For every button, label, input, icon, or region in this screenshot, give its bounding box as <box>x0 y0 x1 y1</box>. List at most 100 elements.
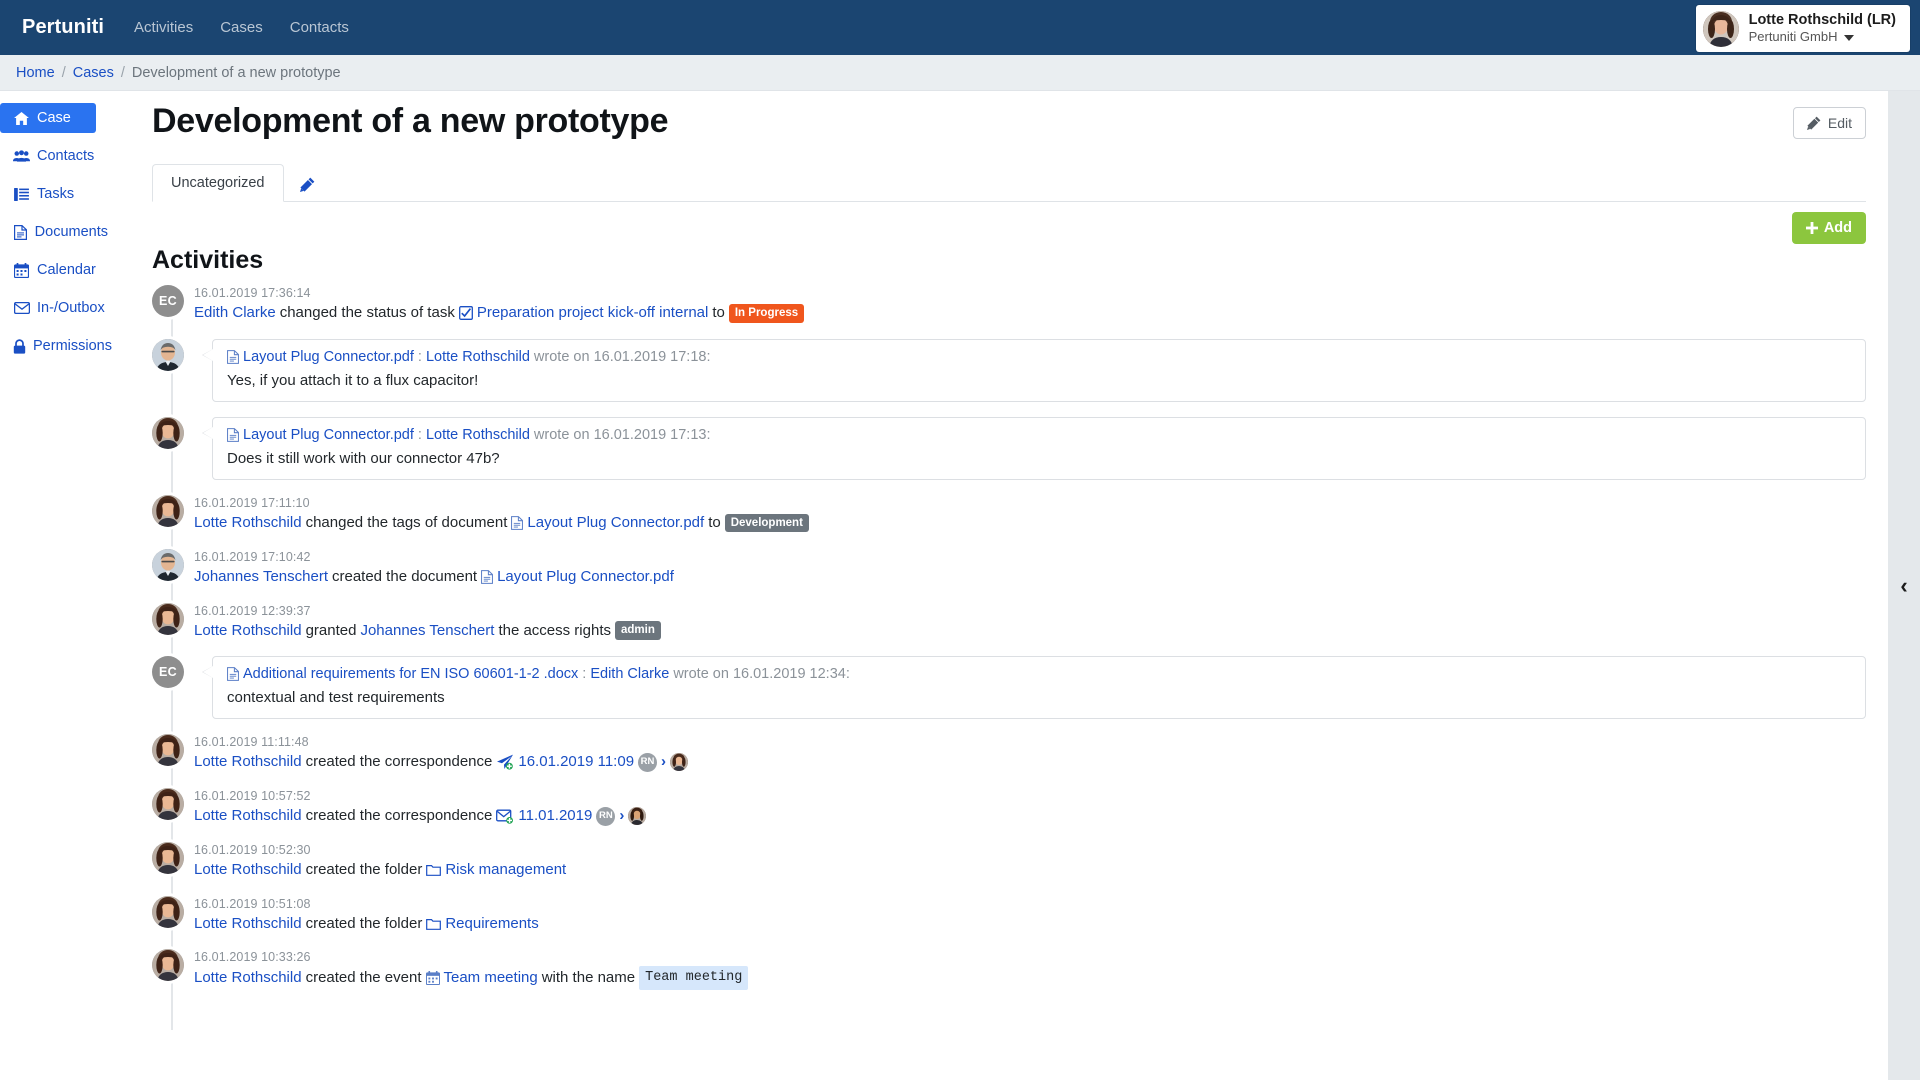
tag-badge: Development <box>724 513 809 533</box>
comment-author[interactable]: Edith Clarke <box>590 666 669 682</box>
activity-timestamp: 16.01.2019 10:52:30 <box>194 842 311 857</box>
activity-verb: created the document <box>331 567 478 585</box>
avatar <box>670 753 689 772</box>
page-header: Development of a new prototype Edit <box>130 91 1888 140</box>
nav-item-contacts[interactable]: Contacts <box>290 19 349 36</box>
sidebar-item-calendar[interactable]: Calendar <box>0 255 118 285</box>
sidebar-item-inoutbox[interactable]: In-/Outbox <box>0 293 118 323</box>
activity-target[interactable]: Preparation project kick-off internal <box>477 302 709 324</box>
document-icon <box>511 516 524 530</box>
sidebar-item-tasks[interactable]: Tasks <box>0 179 118 209</box>
paper-plane-icon <box>496 754 514 770</box>
sidebar-item-label: Contacts <box>37 148 95 164</box>
chevron-left-icon: ‹ <box>1900 572 1908 598</box>
activity-item: EC 16.01.2019 17:36:14 Edith Clarke chan… <box>152 285 1866 324</box>
comment-author[interactable]: Lotte Rothschild <box>426 427 530 443</box>
section-title: Activities <box>152 246 264 275</box>
chevron-right-icon: › <box>619 807 625 825</box>
activity-target[interactable]: Team meeting <box>444 967 538 989</box>
document-icon <box>227 350 239 365</box>
app-brand[interactable]: Pertuniti <box>22 16 104 39</box>
add-button-label: Add <box>1823 220 1852 237</box>
activity-item: 16.01.2019 10:33:26 Lotte Rothschild cre… <box>152 949 1866 990</box>
envelope-in-icon <box>496 809 514 824</box>
breadcrumb-home[interactable]: Home <box>16 65 55 81</box>
sidebar-item-contacts[interactable]: Contacts <box>0 141 118 171</box>
activity-target[interactable]: Risk management <box>445 859 566 881</box>
avatar <box>152 548 184 581</box>
avatar <box>152 602 184 635</box>
activity-verb-secondary: the access rights <box>498 621 611 639</box>
sidebar-item-case[interactable]: Case <box>0 103 96 133</box>
activity-timestamp: 16.01.2019 17:10:42 <box>194 549 311 564</box>
status-badge: In Progress <box>728 303 805 323</box>
document-icon <box>227 428 239 443</box>
comment-document[interactable]: Layout Plug Connector.pdf <box>243 427 414 443</box>
activity-target[interactable]: Layout Plug Connector.pdf <box>527 512 704 534</box>
nav-item-cases[interactable]: Cases <box>220 19 263 36</box>
nav-item-activities[interactable]: Activities <box>134 19 193 36</box>
activity-item: 16.01.2019 10:51:08 Lotte Rothschild cre… <box>152 895 1866 935</box>
comment-bubble: Layout Plug Connector.pdf : Lotte Rothsc… <box>202 339 1866 403</box>
users-icon <box>13 150 30 162</box>
activity-target[interactable]: 16.01.2019 11:09 <box>518 751 634 773</box>
breadcrumb-separator: / <box>120 64 125 81</box>
sidebar-item-permissions[interactable]: Permissions <box>0 331 118 361</box>
comment-author[interactable]: Lotte Rothschild <box>426 349 530 365</box>
avatar <box>152 895 184 928</box>
chevron-right-icon: › <box>661 753 667 771</box>
lock-icon <box>13 338 26 354</box>
sidebar-item-documents[interactable]: Documents <box>0 217 118 247</box>
breadcrumb-separator: / <box>61 64 66 81</box>
page-title: Development of a new prototype <box>152 102 669 140</box>
user-menu[interactable]: Lotte Rothschild (LR) Pertuniti GmbH <box>1695 5 1910 52</box>
comment-bubble: Additional requirements for EN ISO 60601… <box>202 656 1866 720</box>
add-button[interactable]: Add <box>1791 212 1866 245</box>
activity-target[interactable]: Layout Plug Connector.pdf <box>497 566 674 588</box>
chevron-down-icon[interactable] <box>1844 34 1855 41</box>
comment-document[interactable]: Additional requirements for EN ISO 60601… <box>243 666 578 682</box>
activity-timestamp: 16.01.2019 10:33:26 <box>194 950 311 965</box>
activity-verb: changed the status of task <box>279 304 455 322</box>
edit-button[interactable]: Edit <box>1792 107 1866 139</box>
page-shell: Case Contacts Tasks Documents Calendar I… <box>0 91 1920 1080</box>
comment-document[interactable]: Layout Plug Connector.pdf <box>243 349 414 365</box>
avatar <box>152 734 184 767</box>
activity-target[interactable]: 11.01.2019 <box>518 805 592 827</box>
activity-actor-secondary[interactable]: Johannes Tenschert <box>360 620 494 642</box>
activity-actor[interactable]: Lotte Rothschild <box>194 805 302 827</box>
activity-actor[interactable]: Lotte Rothschild <box>194 751 302 773</box>
activity-actor[interactable]: Johannes Tenschert <box>194 566 328 588</box>
activity-target[interactable]: Requirements <box>445 913 538 935</box>
checkbox-icon <box>458 306 473 321</box>
activity-actor[interactable]: Lotte Rothschild <box>194 620 302 642</box>
user-org: Pertuniti GmbH <box>1749 29 1896 45</box>
list-icon <box>13 187 30 201</box>
activity-tail: to <box>712 304 725 322</box>
activity-item: 16.01.2019 11:11:48 Lotte Rothschild cre… <box>152 734 1866 773</box>
comment-separator: : <box>417 349 422 366</box>
comment-meta: wrote on 16.01.2019 17:18: <box>533 349 711 366</box>
avatar <box>628 807 647 826</box>
avatar-initials: RN <box>638 752 658 772</box>
sidebar: Case Contacts Tasks Documents Calendar I… <box>0 91 118 1080</box>
activity-verb: created the folder <box>305 860 423 878</box>
home-icon <box>13 111 30 125</box>
collapse-panel-button[interactable]: ‹ <box>1888 91 1920 1080</box>
activity-actor[interactable]: Lotte Rothschild <box>194 913 302 935</box>
activity-actor[interactable]: Lotte Rothschild <box>194 859 302 881</box>
pencil-icon <box>299 177 315 193</box>
tab-uncategorized[interactable]: Uncategorized <box>152 164 284 203</box>
activity-actor[interactable]: Lotte Rothschild <box>194 967 302 989</box>
activity-timestamp: 16.01.2019 10:57:52 <box>194 789 311 804</box>
tab-bar: Uncategorized <box>152 164 1866 203</box>
avatar <box>152 949 184 982</box>
activity-actor[interactable]: Lotte Rothschild <box>194 512 302 534</box>
activity-actor[interactable]: Edith Clarke <box>194 302 276 324</box>
breadcrumb-cases[interactable]: Cases <box>73 65 114 81</box>
activity-item: 16.01.2019 17:11:10 Lotte Rothschild cha… <box>152 495 1866 534</box>
edit-tabs-button[interactable] <box>284 167 331 202</box>
avatar <box>152 788 184 821</box>
comment-meta: wrote on 16.01.2019 12:34: <box>673 666 850 683</box>
document-icon <box>481 569 494 584</box>
